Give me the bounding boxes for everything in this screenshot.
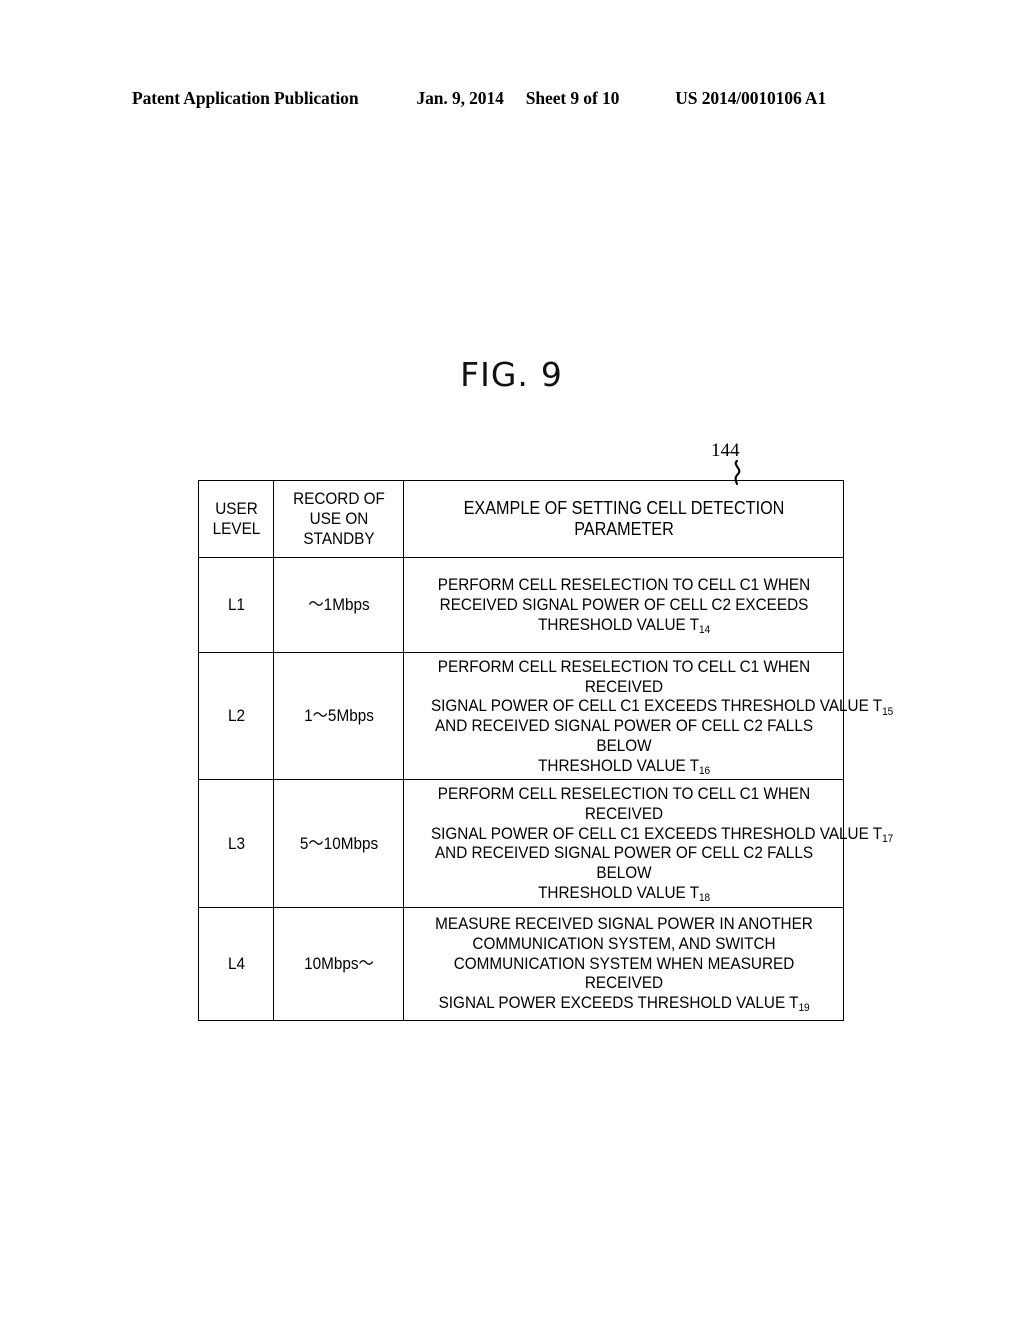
- cell-rate-l1: 〜1Mbps: [279, 557, 398, 653]
- l4-desc-line-3: COMMUNICATION SYSTEM WHEN MEASURED RECEI…: [453, 953, 794, 993]
- reference-numeral-144: 144: [711, 440, 740, 461]
- l4-threshold-subscript: 19: [798, 1002, 809, 1015]
- l2-desc-line-2: SIGNAL POWER OF CELL C1 EXCEEDS THRESHOL…: [430, 696, 892, 717]
- table-row: L2 1〜5Mbps PERFORM CELL RESELECTION TO C…: [199, 651, 893, 781]
- l4-desc-line-1: MEASURE RECEIVED SIGNAL POWER IN ANOTHER: [434, 914, 813, 934]
- l4-threshold-text: SIGNAL POWER EXCEEDS THRESHOLD VALUE T: [438, 993, 799, 1013]
- cell-parameter-l3: PERFORM CELL RESELECTION TO CELL C1 WHEN…: [425, 779, 893, 908]
- header-patent-number: US 2014/0010106 A1: [675, 88, 827, 108]
- cell-user-level-l2: L2: [201, 651, 271, 781]
- table-row: L3 5〜10Mbps PERFORM CELL RESELECTION TO …: [199, 779, 893, 908]
- table-row: L1 〜1Mbps PERFORM CELL RESELECTION TO CE…: [199, 557, 844, 653]
- header-sheet-label: Sheet 9 of 10: [525, 88, 620, 108]
- reference-numeral-group: 144: [706, 440, 776, 486]
- l1-desc-line-1: PERFORM CELL RESELECTION TO CELL C1 WHEN: [437, 575, 810, 595]
- cell-parameter-l4: MEASURE RECEIVED SIGNAL POWER IN ANOTHER…: [425, 906, 822, 1021]
- l3-desc-line-1: PERFORM CELL RESELECTION TO CELL C1 WHEN…: [437, 784, 810, 824]
- l2-threshold-text-2: THRESHOLD VALUE T: [537, 755, 699, 775]
- column-header-user-level: USER LEVEL: [201, 480, 271, 558]
- l1-desc-line-3: THRESHOLD VALUE T14: [430, 614, 816, 636]
- figure-title-number: 9: [540, 355, 564, 394]
- cell-user-level-l4: L4: [201, 906, 271, 1021]
- cell-user-level-l3: L3: [201, 779, 271, 908]
- header-publication-label: Patent Application Publication: [132, 88, 359, 108]
- user-level-header-line-2: LEVEL: [212, 519, 260, 538]
- l3-desc-line-4: THRESHOLD VALUE T18: [430, 882, 816, 905]
- l4-desc-line-2: COMMUNICATION SYSTEM, AND SWITCH: [471, 934, 776, 954]
- cell-detection-parameter-table: USER LEVEL RECORD OF USE ON STANDBY EXAM…: [198, 480, 893, 1021]
- record-header-line-1: RECORD OF: [292, 489, 385, 509]
- cell-parameter-l2: PERFORM CELL RESELECTION TO CELL C1 WHEN…: [425, 651, 893, 781]
- l1-threshold-subscript: 14: [698, 624, 710, 636]
- l2-threshold-text-1: SIGNAL POWER OF CELL C1 EXCEEDS THRESHOL…: [430, 696, 882, 716]
- cell-rate-l4: 10Mbps〜: [279, 906, 398, 1021]
- table-header-row: USER LEVEL RECORD OF USE ON STANDBY EXAM…: [199, 480, 844, 558]
- l2-threshold-subscript-2: 16: [698, 764, 710, 777]
- figure-title: FIG. 9: [0, 355, 1024, 394]
- cell-rate-l2: 1〜5Mbps: [279, 651, 398, 781]
- l2-desc-line-3: AND RECEIVED SIGNAL POWER OF CELL C2 FAL…: [434, 716, 813, 755]
- table-row: L4 10Mbps〜 MEASURE RECEIVED SIGNAL POWER…: [199, 906, 844, 1021]
- figure-title-word: FIG.: [460, 355, 529, 394]
- column-header-example-parameter: EXAMPLE OF SETTING CELL DETECTION PARAME…: [425, 480, 822, 558]
- cell-user-level-l1: L1: [201, 557, 271, 653]
- record-header-line-3: STANDBY: [302, 528, 375, 548]
- l2-threshold-subscript-1: 15: [881, 705, 893, 718]
- l2-desc-line-1: PERFORM CELL RESELECTION TO CELL C1 WHEN…: [437, 657, 810, 696]
- header-date-label: Jan. 9, 2014: [416, 88, 504, 108]
- cell-parameter-l1: PERFORM CELL RESELECTION TO CELL C1 WHEN…: [425, 557, 822, 653]
- page-header: Patent Application Publication Jan. 9, 2…: [132, 88, 884, 114]
- l1-desc-line-2: RECEIVED SIGNAL POWER OF CELL C2 EXCEEDS: [439, 595, 808, 615]
- l4-desc-line-4: SIGNAL POWER EXCEEDS THRESHOLD VALUE T19: [430, 993, 816, 1015]
- cell-rate-l3: 5〜10Mbps: [279, 779, 398, 908]
- l3-threshold-text-1: SIGNAL POWER OF CELL C1 EXCEEDS THRESHOL…: [430, 823, 882, 843]
- l3-threshold-subscript-2: 18: [698, 892, 710, 905]
- l3-threshold-text-2: THRESHOLD VALUE T: [537, 882, 699, 902]
- l1-threshold-text: THRESHOLD VALUE T: [537, 614, 699, 634]
- l2-desc-line-4: THRESHOLD VALUE T16: [430, 755, 816, 777]
- column-header-record-of-use-on-standby: RECORD OF USE ON STANDBY: [279, 480, 398, 558]
- l3-threshold-subscript-1: 17: [881, 832, 893, 845]
- l3-desc-line-3: AND RECEIVED SIGNAL POWER OF CELL C2 FAL…: [434, 843, 813, 883]
- user-level-header-line-1: USER: [214, 499, 258, 519]
- record-header-line-2: USE ON: [309, 509, 368, 529]
- l3-desc-line-2: SIGNAL POWER OF CELL C1 EXCEEDS THRESHOL…: [430, 824, 892, 845]
